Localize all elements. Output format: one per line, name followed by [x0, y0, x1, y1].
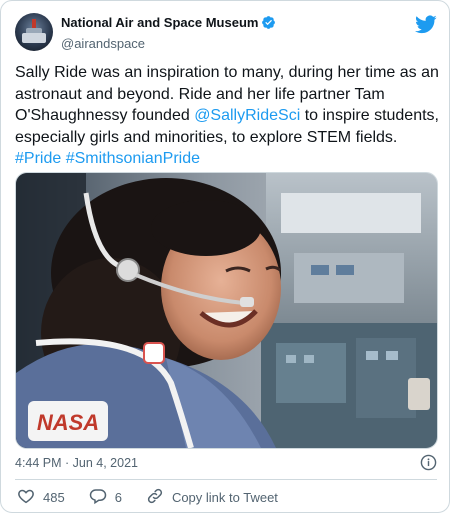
astronaut-photo: NASA — [16, 173, 437, 448]
tweet-photo[interactable]: NASA — [15, 172, 438, 449]
tweet-card: National Air and Space Museum @airandspa… — [0, 0, 450, 513]
link-icon — [146, 487, 172, 508]
copy-link-button[interactable]: Copy link to Tweet — [146, 487, 278, 508]
twitter-bird-icon[interactable] — [415, 13, 437, 40]
like-button[interactable]: 485 — [17, 487, 65, 508]
tweet-actions: 485 6 Copy link to Tweet — [17, 487, 278, 507]
tweet-text: Sally Ride was an inspiration to many, d… — [15, 62, 439, 170]
avatar[interactable] — [15, 13, 53, 51]
heart-icon — [17, 487, 43, 508]
timestamp[interactable]: 4:44 PM · Jun 4, 2021 — [15, 456, 138, 470]
handle[interactable]: @airandspace — [61, 35, 276, 53]
divider — [15, 479, 437, 480]
hashtag-link[interactable]: #Pride — [15, 150, 61, 167]
like-count: 485 — [43, 489, 65, 505]
display-name[interactable]: National Air and Space Museum — [61, 15, 258, 30]
author-names: National Air and Space Museum @airandspa… — [61, 14, 276, 53]
mention-link[interactable]: @SallyRideSci — [194, 107, 300, 124]
verified-badge-icon — [261, 15, 276, 35]
reply-icon — [89, 487, 115, 508]
hashtag-link[interactable]: #SmithsonianPride — [66, 150, 200, 167]
info-icon[interactable] — [420, 454, 437, 476]
nasa-patch-text: NASA — [37, 410, 99, 435]
copy-link-label: Copy link to Tweet — [171, 489, 278, 505]
tweet-meta: 4:44 PM · Jun 4, 2021 — [15, 454, 437, 472]
reply-button[interactable]: 6 — [89, 487, 122, 508]
reply-count: 6 — [114, 489, 122, 505]
tweet-header: National Air and Space Museum @airandspa… — [15, 13, 437, 53]
